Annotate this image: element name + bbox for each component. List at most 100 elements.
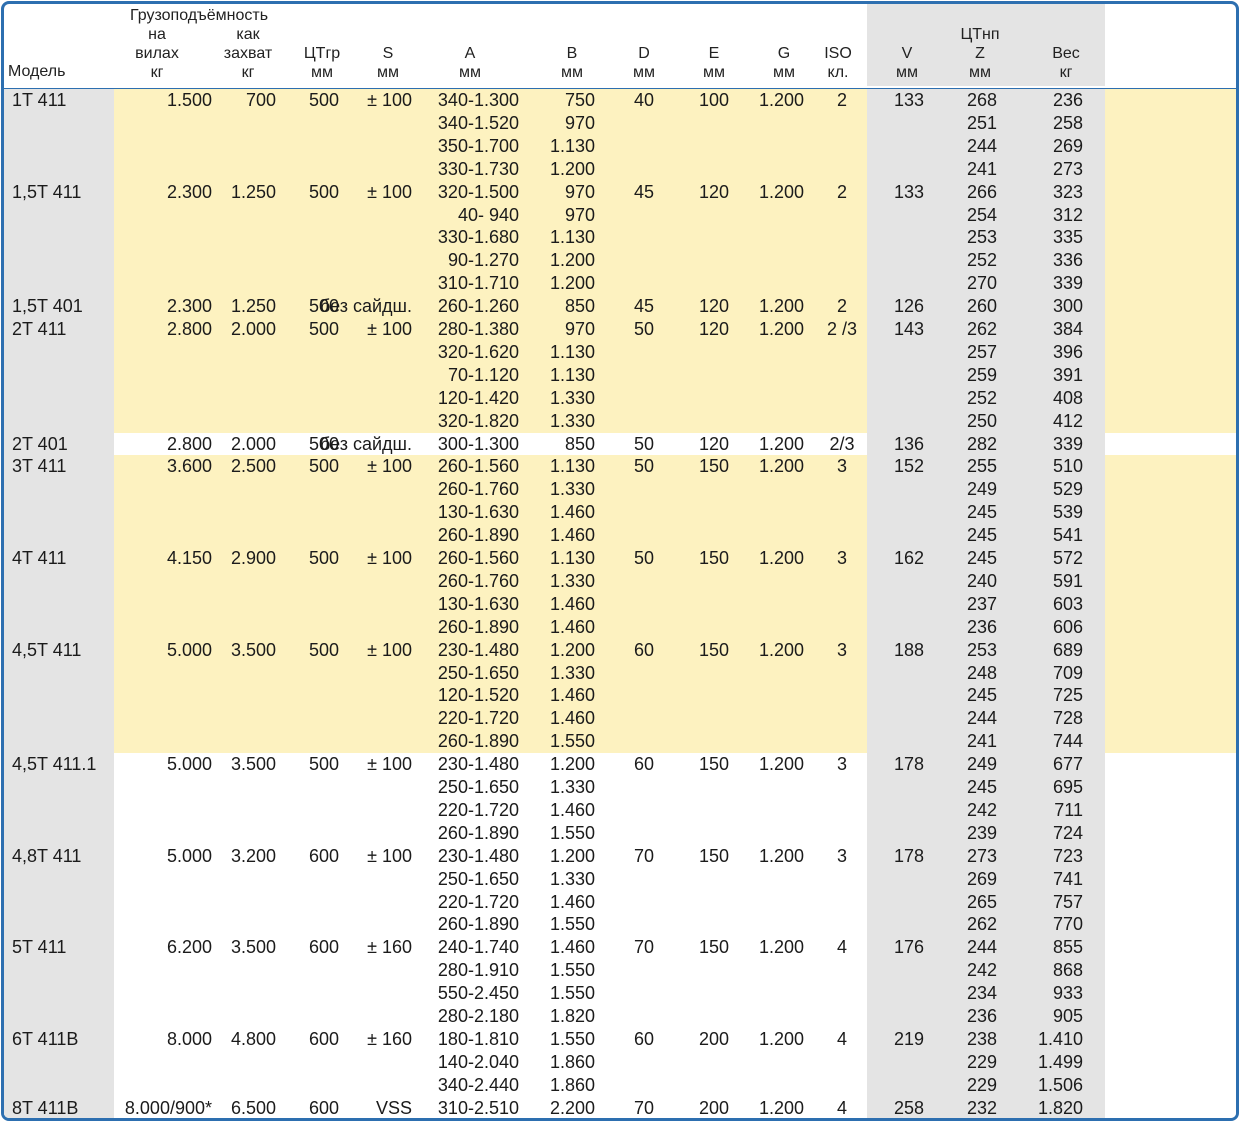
- row-divider: [4, 1120, 1236, 1121]
- cell-a: 260-1.760: [437, 479, 519, 500]
- cell-v: 133: [893, 181, 924, 202]
- cell-v: 162: [893, 548, 924, 568]
- cell-w: 606: [1052, 616, 1083, 637]
- cell-g: 1.200: [758, 754, 804, 775]
- cell-forks: 5.000: [166, 639, 212, 660]
- cell-g: 1.200: [758, 548, 804, 568]
- cell-d: 60: [633, 639, 655, 660]
- cell-d: 70: [633, 937, 655, 958]
- cell-b: 1.550: [549, 960, 595, 981]
- cell-z: 265: [966, 891, 997, 912]
- cell-s: ± 160: [367, 937, 412, 958]
- cell-v: 136: [893, 433, 924, 454]
- cell-a: 260-1.560: [437, 456, 519, 477]
- cell-z: 254: [966, 204, 997, 225]
- cell-v: 188: [893, 639, 924, 660]
- cell-b: 970: [564, 204, 595, 225]
- cell-d: 50: [633, 433, 655, 454]
- cell-a: 120-1.420: [437, 387, 519, 408]
- cell-e: 150: [698, 937, 730, 958]
- cell-a: 550-2.450: [437, 983, 519, 1004]
- cell-s: ± 100: [367, 639, 412, 660]
- cell-s: ± 100: [367, 845, 412, 866]
- cell-z: 250: [966, 410, 997, 431]
- cell-clamp: 2.500: [230, 456, 276, 477]
- cell-w: 335: [1052, 227, 1083, 248]
- cell-g: 1.200: [758, 937, 804, 958]
- cell-model: 1,5T 411: [12, 181, 82, 202]
- cell-iso: 3: [836, 845, 847, 866]
- cell-z: 253: [966, 639, 997, 660]
- cell-b: 1.130: [549, 456, 595, 477]
- cell-d: 45: [633, 181, 655, 202]
- cell-z: 248: [966, 662, 997, 683]
- cell-v: 143: [893, 319, 924, 339]
- cell-z: 255: [966, 456, 997, 477]
- cell-a: 70-1.120: [447, 364, 519, 385]
- cell-b: 1.130: [549, 227, 595, 248]
- cell-forks: 3.600: [166, 456, 212, 477]
- cell-a: 130-1.630: [437, 593, 519, 614]
- cell-z: 257: [966, 341, 997, 362]
- cell-z: 239: [966, 822, 997, 843]
- cell-w: 905: [1052, 1006, 1083, 1026]
- cell-b: 1.820: [549, 1006, 595, 1026]
- cell-w: 724: [1052, 822, 1083, 843]
- cell-s: ± 160: [367, 1028, 412, 1049]
- cell-g: 1.200: [758, 639, 804, 660]
- cell-w: 689: [1052, 639, 1083, 660]
- cell-z: 245: [966, 525, 997, 546]
- header-weight-line: Вес: [1052, 45, 1080, 62]
- cell-s: VSS: [375, 1097, 412, 1118]
- cell-w: 1.499: [1037, 1051, 1083, 1072]
- cell-v: 126: [893, 296, 924, 317]
- cell-s: без сайдш.: [320, 296, 412, 317]
- cell-w: 412: [1052, 410, 1083, 431]
- cell-a: 250-1.650: [437, 777, 519, 797]
- cell-b: 1.130: [549, 341, 595, 362]
- cell-forks: 2.800: [166, 319, 212, 339]
- cell-w: 391: [1052, 364, 1083, 385]
- cell-d: 50: [633, 548, 655, 568]
- cell-g: 1.200: [758, 90, 804, 110]
- cell-z: 273: [966, 845, 997, 866]
- cell-z: 241: [966, 158, 997, 179]
- cell-w: 1.506: [1037, 1074, 1083, 1095]
- cell-e: 120: [698, 319, 730, 339]
- cell-a: 340-2.440: [437, 1074, 519, 1095]
- cell-b: 1.330: [549, 662, 595, 683]
- cell-w: 339: [1052, 433, 1083, 454]
- cell-w: 339: [1052, 273, 1083, 294]
- cell-w: 725: [1052, 685, 1083, 706]
- cell-model: 2T 411: [12, 319, 67, 339]
- cell-z: 245: [966, 548, 997, 568]
- cell-s: ± 100: [367, 456, 412, 477]
- cell-b: 1.550: [549, 983, 595, 1004]
- cell-a: 260-1.260: [437, 296, 519, 317]
- cell-a: 320-1.500: [437, 181, 519, 202]
- cell-b: 970: [564, 181, 595, 202]
- cell-forks: 1.500: [166, 90, 212, 110]
- cell-w: 312: [1052, 204, 1083, 225]
- cell-model: 3T 411: [12, 456, 67, 477]
- cell-g: 1.200: [758, 181, 804, 202]
- cell-w: 510: [1052, 456, 1083, 477]
- cell-a: 180-1.810: [437, 1028, 519, 1049]
- cell-g: 1.200: [758, 433, 804, 454]
- cell-b: 1.330: [549, 777, 595, 797]
- cell-w: 728: [1052, 708, 1083, 729]
- cell-z: 241: [966, 731, 997, 752]
- cell-b: 850: [564, 433, 595, 454]
- cell-model: 4,5T 411.1: [12, 754, 97, 775]
- cell-clamp: 2.900: [230, 548, 276, 568]
- cell-a: 90-1.270: [447, 250, 519, 271]
- cell-a: 300-1.300: [437, 433, 519, 454]
- cell-forks: 8.000/900*: [124, 1097, 212, 1118]
- cell-w: 384: [1052, 319, 1083, 339]
- cell-z: 262: [966, 914, 997, 935]
- cell-clamp: 2.000: [230, 319, 276, 339]
- cell-w: 591: [1052, 570, 1083, 591]
- cell-a: 220-1.720: [437, 708, 519, 729]
- cell-b: 1.460: [549, 708, 595, 729]
- cell-b: 1.330: [549, 479, 595, 500]
